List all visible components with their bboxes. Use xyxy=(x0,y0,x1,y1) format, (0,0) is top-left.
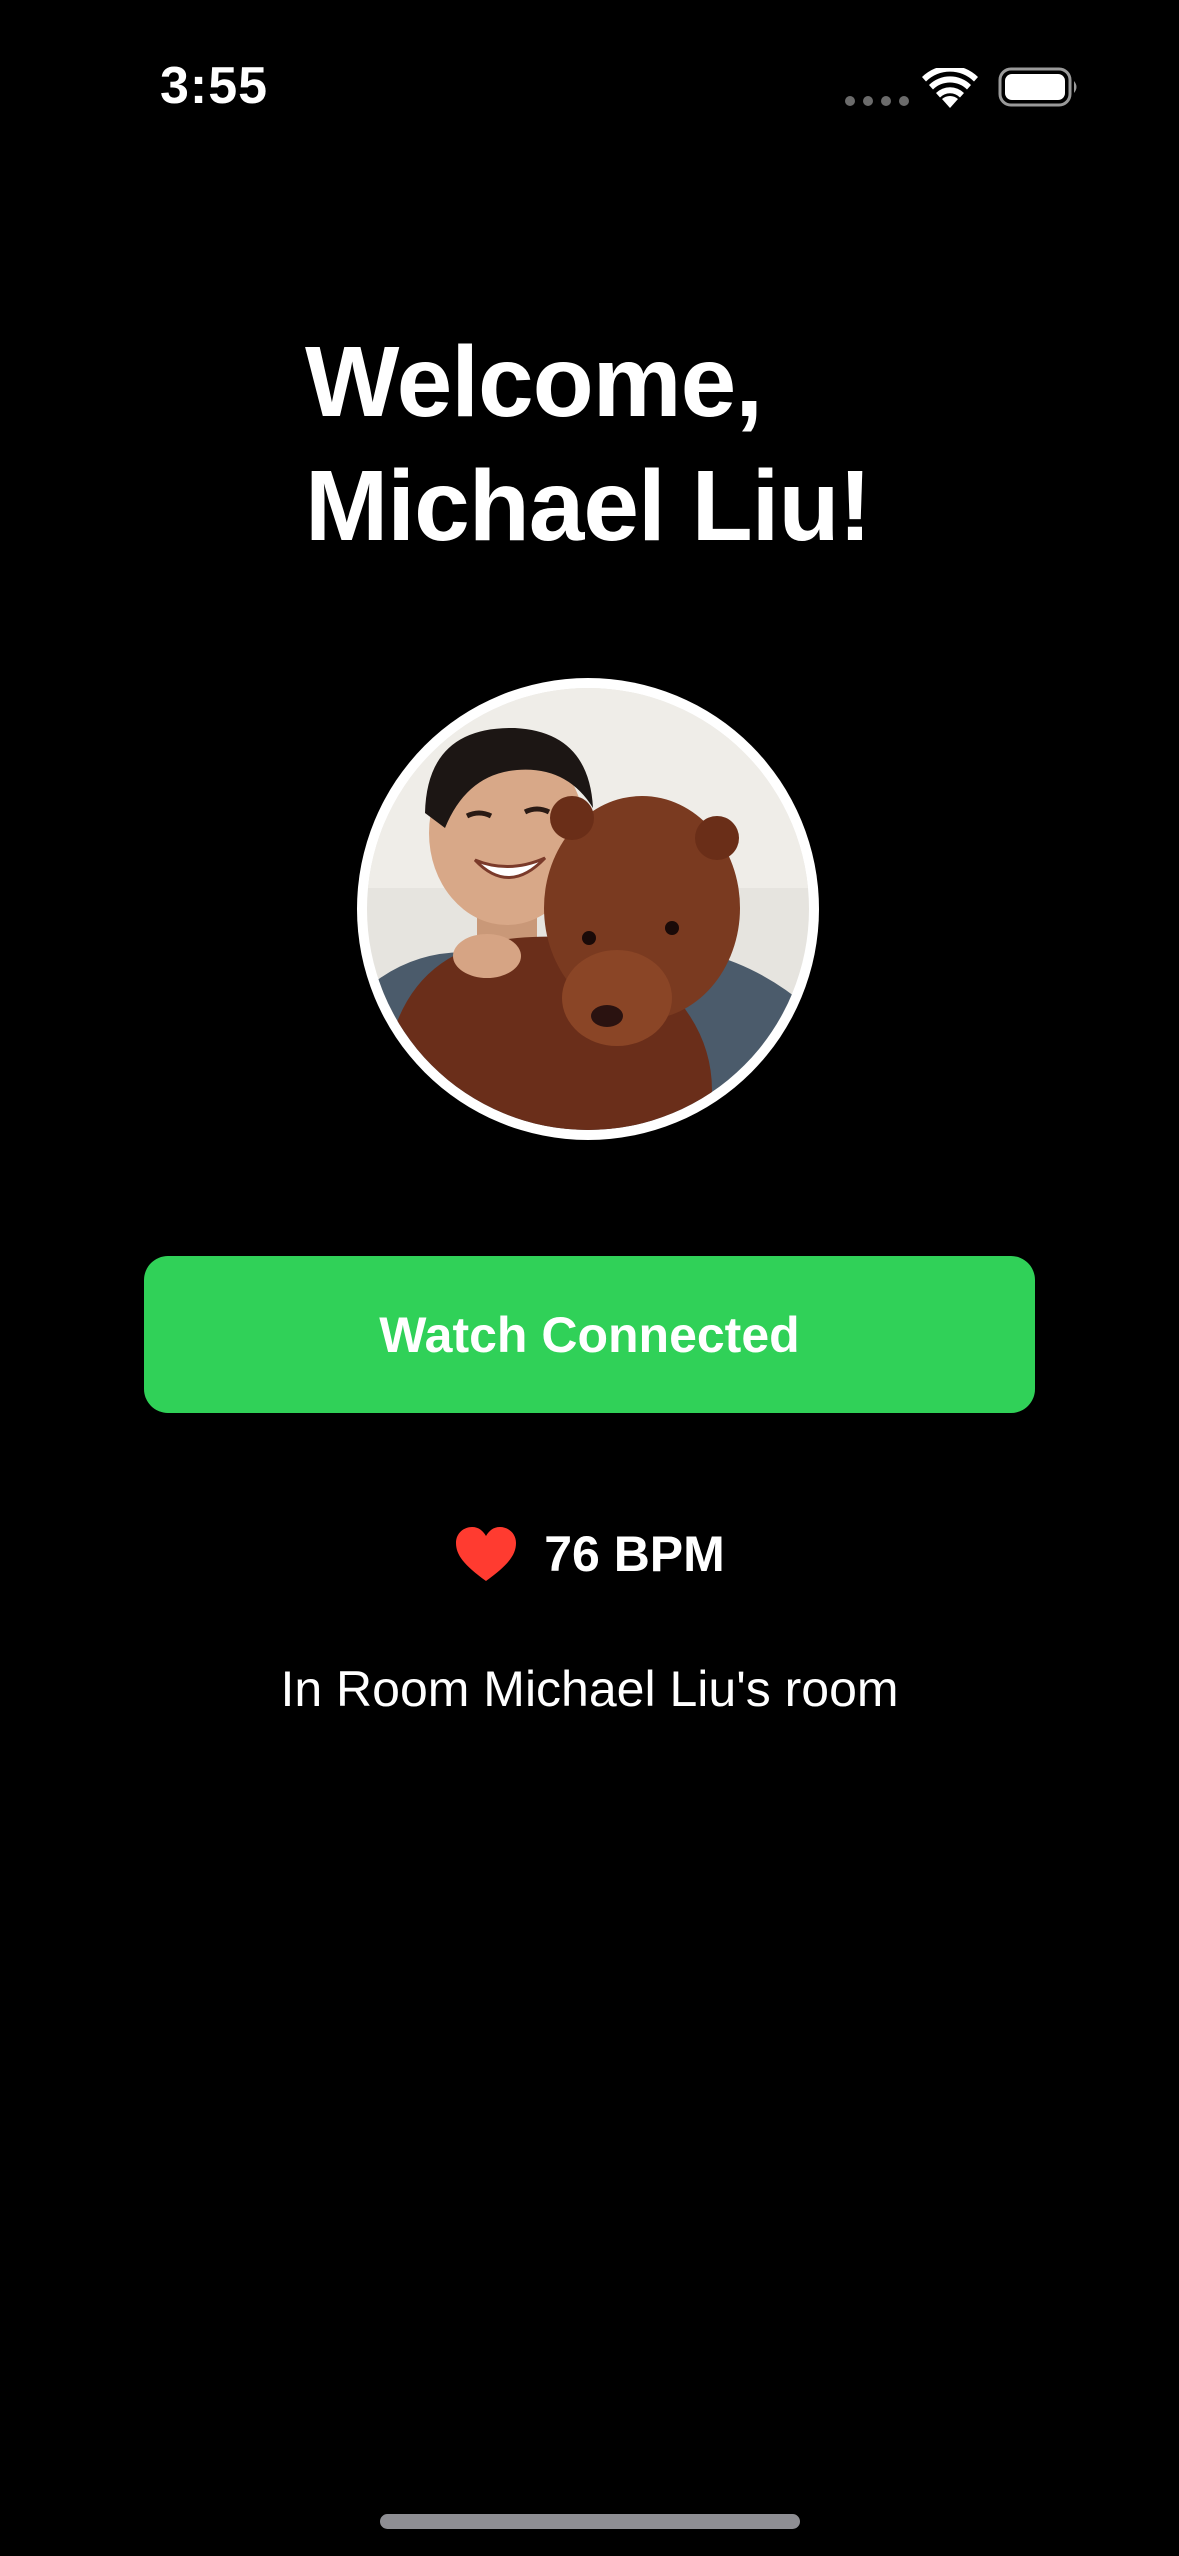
room-status: In Room Michael Liu's room xyxy=(280,1661,899,1717)
profile-photo xyxy=(367,688,809,1130)
welcome-greeting: Welcome, xyxy=(305,326,763,438)
welcome-username: Michael Liu! xyxy=(305,450,872,562)
home-indicator[interactable] xyxy=(380,2514,800,2529)
wifi-icon xyxy=(922,68,978,108)
avatar xyxy=(357,678,819,1140)
heart-rate-value: 76 BPM xyxy=(544,1526,725,1582)
battery-icon xyxy=(998,67,1077,107)
watch-connected-button[interactable]: Watch Connected xyxy=(144,1256,1035,1413)
status-time: 3:55 xyxy=(160,57,269,115)
welcome-title: Welcome, Michael Liu! xyxy=(305,320,1005,568)
cellular-signal-icon xyxy=(845,96,909,106)
status-bar: 3:55 xyxy=(0,0,1179,160)
heart-icon xyxy=(456,1527,517,1581)
heart-rate: 76 BPM xyxy=(0,1525,1179,1583)
